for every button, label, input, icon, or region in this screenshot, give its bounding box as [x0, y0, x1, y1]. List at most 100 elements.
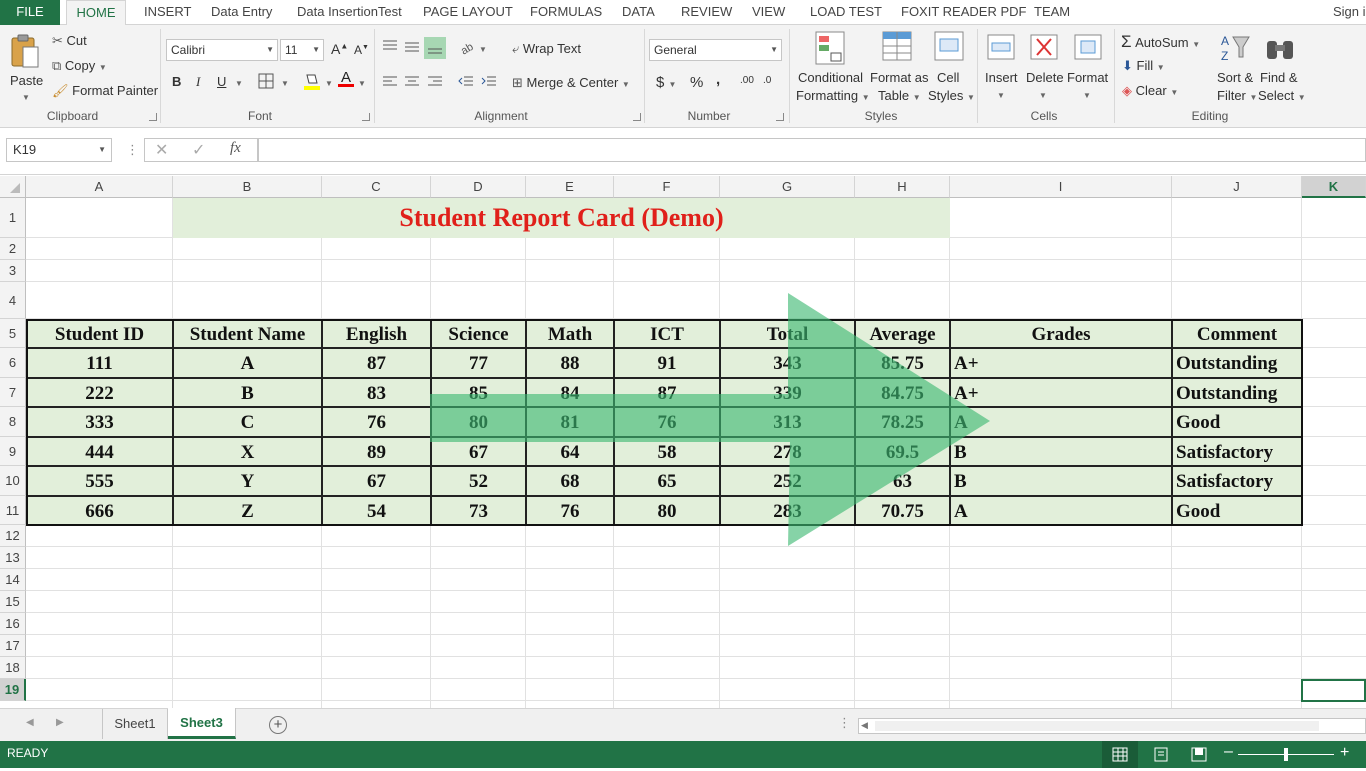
orientation-dropdown-icon[interactable]: ▼	[479, 45, 487, 54]
italic-button[interactable]: I	[196, 74, 200, 90]
tab-team[interactable]: TEAM	[1034, 0, 1070, 25]
cell-science[interactable]: 77	[431, 348, 526, 378]
row-header-6[interactable]: 6	[0, 348, 26, 378]
align-right-icon[interactable]	[427, 75, 443, 89]
cell-comment[interactable]: Good	[1172, 496, 1302, 525]
zoom-slider-thumb[interactable]	[1284, 748, 1288, 761]
cell-student-name[interactable]: X	[173, 437, 322, 466]
font-size-select[interactable]: 11 ▼	[280, 39, 324, 61]
row-header-2[interactable]: 2	[0, 238, 26, 260]
column-header-c[interactable]: C	[322, 176, 431, 198]
comma-style-button[interactable]: ,	[716, 71, 720, 88]
merge-center-button[interactable]: ⊞ Merge & Center ▼	[512, 75, 630, 91]
alignment-launcher-icon[interactable]	[633, 113, 641, 121]
row-header-16[interactable]: 16	[0, 613, 26, 635]
number-launcher-icon[interactable]	[776, 113, 784, 121]
delete-cells-button[interactable]: Delete ▼	[1024, 29, 1064, 105]
cell-grades[interactable]: A	[950, 496, 1172, 525]
font-color-dropdown-icon[interactable]: ▼	[358, 79, 366, 88]
copy-dropdown-icon[interactable]: ▼	[99, 63, 107, 72]
cell-ict[interactable]: 76	[614, 407, 720, 437]
align-top-icon[interactable]	[382, 39, 398, 53]
cut-button[interactable]: ✂ Cut	[52, 33, 87, 49]
cell-english[interactable]: 87	[322, 348, 431, 378]
format-painter-button[interactable]: 🖌 Format Painter	[52, 83, 158, 99]
tab-file[interactable]: FILE	[0, 0, 60, 25]
insert-dropdown-icon[interactable]: ▼	[997, 91, 1005, 100]
column-header-j[interactable]: J	[1172, 176, 1302, 198]
cell-student-name[interactable]: Y	[173, 466, 322, 496]
chevron-down-icon[interactable]: ▼	[98, 139, 106, 161]
cell-average[interactable]: 84.75	[855, 378, 950, 407]
cell-student-id[interactable]: 555	[26, 466, 173, 496]
accounting-format-button[interactable]: $ ▼	[656, 74, 676, 91]
cell-math[interactable]: 84	[526, 378, 614, 407]
header-average[interactable]: Average	[855, 319, 950, 348]
format-dropdown-icon[interactable]: ▼	[1083, 91, 1091, 100]
align-left-icon[interactable]	[382, 75, 398, 89]
cell-student-id[interactable]: 666	[26, 496, 173, 525]
cell-english[interactable]: 83	[322, 378, 431, 407]
cell-grades[interactable]: B	[950, 437, 1172, 466]
row-header-11[interactable]: 11	[0, 496, 26, 525]
number-format-select[interactable]: General ▼	[649, 39, 782, 61]
cell-grades[interactable]: A	[950, 407, 1172, 437]
cell-science[interactable]: 67	[431, 437, 526, 466]
row-header-9[interactable]: 9	[0, 437, 26, 466]
cell-grades[interactable]: A+	[950, 348, 1172, 378]
row-header-4[interactable]: 4	[0, 282, 26, 319]
cell-student-id[interactable]: 333	[26, 407, 173, 437]
row-header-1[interactable]: 1	[0, 198, 26, 238]
zoom-out-icon[interactable]: –	[1224, 743, 1233, 761]
more-options-icon[interactable]: ⋮	[126, 142, 139, 158]
paste-dropdown-icon[interactable]: ▼	[22, 93, 30, 102]
cell-average[interactable]: 85.75	[855, 348, 950, 378]
column-header-k[interactable]: K	[1302, 176, 1366, 198]
borders-icon[interactable]	[258, 73, 274, 89]
cell-comment[interactable]: Good	[1172, 407, 1302, 437]
cell-ict[interactable]: 65	[614, 466, 720, 496]
borders-dropdown-icon[interactable]: ▼	[281, 79, 289, 88]
sheet-tab-sheet3[interactable]: Sheet3	[168, 708, 236, 739]
fill-color-icon[interactable]	[302, 71, 322, 91]
column-header-g[interactable]: G	[720, 176, 855, 198]
cell-total[interactable]: 343	[720, 348, 855, 378]
row-header-5[interactable]: 5	[0, 319, 26, 348]
cell-science[interactable]: 73	[431, 496, 526, 525]
cell-student-id[interactable]: 222	[26, 378, 173, 407]
select-all-corner[interactable]	[0, 176, 26, 198]
align-center-icon[interactable]	[404, 75, 420, 89]
cell-math[interactable]: 81	[526, 407, 614, 437]
cell-math[interactable]: 68	[526, 466, 614, 496]
cell-english[interactable]: 54	[322, 496, 431, 525]
insert-cells-button[interactable]: Insert ▼	[982, 29, 1020, 105]
cell-student-name[interactable]: A	[173, 348, 322, 378]
copy-button[interactable]: ⧉ Copy ▼	[52, 58, 107, 74]
font-color-icon[interactable]: A	[338, 69, 354, 87]
cell-english[interactable]: 89	[322, 437, 431, 466]
wrap-text-button[interactable]: ⤶ Wrap Text	[512, 41, 581, 57]
cell-comment[interactable]: Outstanding	[1172, 348, 1302, 378]
paste-button[interactable]: Paste ▼	[6, 31, 46, 103]
cell-ict[interactable]: 80	[614, 496, 720, 525]
clipboard-launcher-icon[interactable]	[149, 113, 157, 121]
tab-formulas[interactable]: FORMULAS	[530, 0, 602, 25]
font-launcher-icon[interactable]	[362, 113, 370, 121]
decrease-decimal-button[interactable]: .0	[763, 75, 771, 86]
column-header-a[interactable]: A	[26, 176, 173, 198]
cell-total[interactable]: 313	[720, 407, 855, 437]
conditional-formatting-button[interactable]: Conditional Formatting ▼	[795, 29, 870, 105]
cell-student-name[interactable]: C	[173, 407, 322, 437]
column-header-h[interactable]: H	[855, 176, 950, 198]
cell-ict[interactable]: 58	[614, 437, 720, 466]
cell-total[interactable]: 283	[720, 496, 855, 525]
cell-grades[interactable]: B	[950, 466, 1172, 496]
align-middle-icon[interactable]	[404, 39, 420, 53]
merge-dropdown-icon[interactable]: ▼	[622, 80, 630, 89]
clear-button[interactable]: ◈ Clear ▼	[1122, 83, 1178, 99]
tab-data[interactable]: DATA	[622, 0, 655, 25]
column-header-d[interactable]: D	[431, 176, 526, 198]
insert-function-button[interactable]: fx	[230, 140, 241, 157]
cell-average[interactable]: 78.25	[855, 407, 950, 437]
column-header-e[interactable]: E	[526, 176, 614, 198]
